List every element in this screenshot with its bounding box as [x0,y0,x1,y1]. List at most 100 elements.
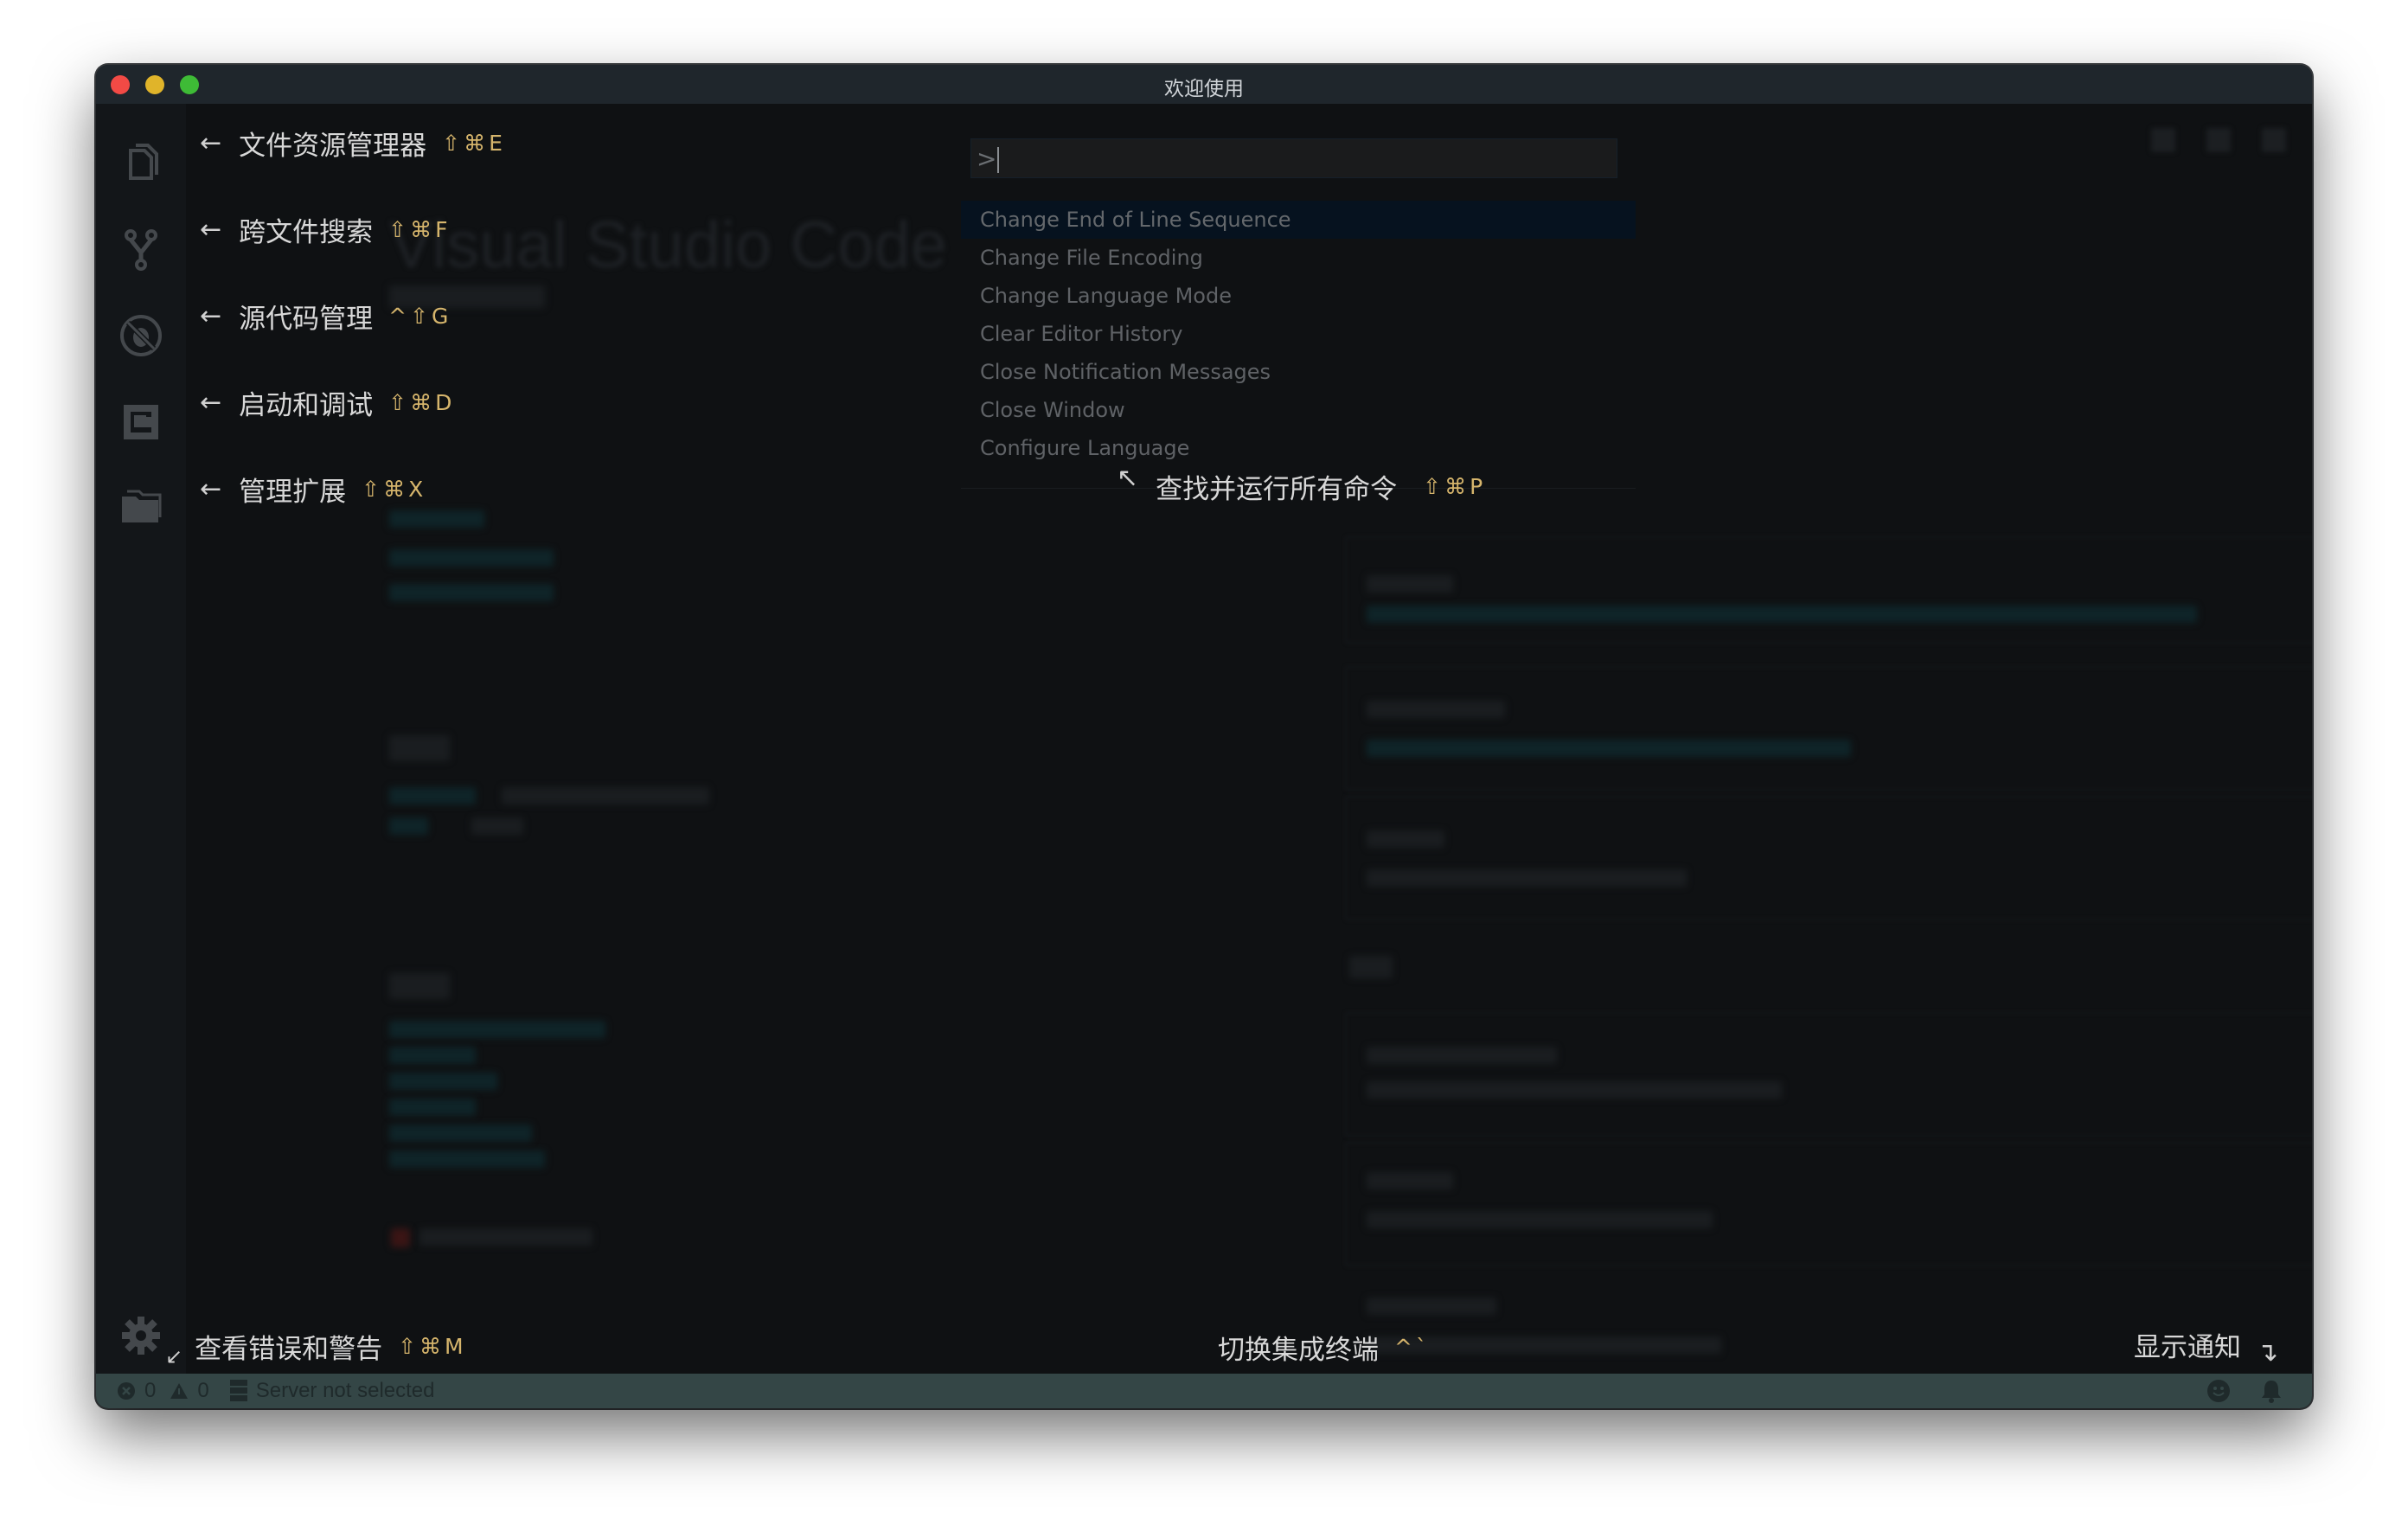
shortcut-keys: ⇧⌘X [362,477,427,502]
welcome-heading [389,735,450,761]
error-icon [118,1382,135,1400]
bell-icon[interactable] [2260,1379,2283,1403]
welcome-link [389,549,554,567]
welcome-link [389,1150,545,1168]
welcome-text [502,787,709,804]
arrow-left-icon: ← [200,128,222,158]
arrow-up-left-icon: ↖ [1117,463,1139,493]
welcome-text [1367,1211,1713,1228]
text-caret [997,147,1000,173]
shortcut-keys: ^⇧G [388,304,452,329]
shortcut-keys: ⇧⌘F [388,217,452,242]
vscode-window: 欢迎使用 Visual Studio Code > Change End of … [96,65,2312,1408]
warning-count: 0 [197,1379,209,1402]
welcome-heading [389,973,450,999]
welcome-text [1367,740,1851,757]
hint-debug: ← 启动和调试 ⇧⌘D [200,383,455,422]
command-item[interactable]: Close Notification Messages [961,353,1636,391]
hint-explorer: ← 文件资源管理器 ⇧⌘E [200,124,506,163]
hint-label: 源代码管理 [239,304,374,335]
hint-terminal: 切换集成终端 ^` [1218,1328,1430,1367]
welcome-text [1367,701,1505,718]
arrow-left-icon: ← [200,388,222,418]
welcome-text [1367,575,1453,593]
hint-extensions: ← 管理扩展 ⇧⌘X [200,470,426,509]
hint-label: 查找并运行所有命令 [1156,474,1398,505]
activity-bar [96,104,186,1374]
run-icon[interactable] [2151,128,2175,152]
welcome-link [389,1021,605,1038]
arrow-left-icon: ← [200,301,222,331]
welcome-text [1367,1081,1782,1099]
arrow-down-left-icon: ↙ [165,1344,183,1368]
files-icon[interactable] [118,138,163,183]
arrow-left-icon: ← [200,474,222,504]
welcome-heading [1349,956,1393,978]
command-palette: > Change End of Line Sequence Change Fil… [961,121,1636,489]
warning-icon [170,1383,189,1399]
shortcut-keys: ^` [1394,1335,1431,1360]
status-bar: 0 0 Server not selected [96,1374,2312,1408]
welcome-link [389,510,484,528]
welcome-text [419,1228,592,1246]
hint-search: ← 跨文件搜索 ⇧⌘F [200,210,451,249]
welcome-card [1345,1142,2312,1266]
shortcut-keys: ⇧⌘D [388,390,456,415]
editor-area: Visual Studio Code > Change End of Line … [186,104,2312,1374]
hint-label: 切换集成终端 [1218,1335,1379,1366]
no-bug-icon[interactable] [118,313,163,358]
hint-label: 文件资源管理器 [239,131,427,162]
welcome-title: Visual Studio Code [389,208,948,282]
welcome-text [1367,830,1444,848]
more-actions-icon[interactable] [2262,128,2286,152]
command-input-value: > [977,144,997,173]
arrow-down-icon: ↴ [2257,1337,2279,1368]
hint-commands: ↖ 查找并运行所有命令 ⇧⌘P [1117,463,1487,506]
shortcut-keys: ⇧⌘P [1423,474,1487,499]
welcome-link [389,584,554,601]
welcome-card [1345,1012,2312,1137]
hint-scm: ← 源代码管理 ^⇧G [200,297,452,336]
error-count: 0 [144,1379,157,1402]
editor-actions [2151,128,2286,152]
welcome-link [389,1125,532,1142]
welcome-text [1367,869,1687,887]
title-bar: 欢迎使用 [96,65,2312,104]
window-title: 欢迎使用 [1164,78,1244,100]
welcome-card [1345,536,2312,644]
extensions-icon[interactable] [118,400,163,445]
split-editor-icon[interactable] [2206,128,2231,152]
arrow-left-icon: ← [200,215,222,245]
feedback-smiley-icon[interactable] [2206,1379,2231,1403]
status-right [2206,1374,2283,1408]
welcome-link [389,1047,476,1064]
command-item[interactable]: Clear Editor History [961,315,1636,353]
welcome-link [389,817,428,835]
command-item[interactable]: Change End of Line Sequence [961,201,1636,239]
gear-icon[interactable] [118,1313,163,1358]
hint-label: 显示通知 [2134,1332,2241,1363]
command-item[interactable]: Configure Language [961,429,1636,467]
hint-label: 启动和调试 [239,390,374,421]
welcome-card [1345,796,2312,920]
welcome-text [1367,1172,1453,1189]
command-item[interactable]: Change File Encoding [961,239,1636,277]
welcome-text [1367,1298,1496,1315]
welcome-checkbox [391,1228,410,1247]
server-icon [229,1380,247,1401]
hint-notifications: 显示通知 ↴ [2134,1322,2296,1368]
command-item[interactable]: Change Language Mode [961,277,1636,315]
hint-label: 查看错误和警告 [195,1333,383,1365]
command-item[interactable]: Close Window [961,391,1636,429]
command-list: Change End of Line Sequence Change File … [961,201,1636,467]
server-status[interactable]: Server not selected [256,1379,435,1403]
welcome-text [471,817,523,835]
folder-icon[interactable] [118,484,163,529]
welcome-link [389,787,476,804]
command-input[interactable]: > [970,138,1617,178]
git-branch-icon[interactable] [118,227,163,272]
shortcut-keys: ⇧⌘M [398,1333,467,1359]
status-left[interactable]: 0 0 Server not selected [117,1374,435,1408]
hint-label: 跨文件搜索 [239,217,374,248]
welcome-link [389,1073,497,1090]
